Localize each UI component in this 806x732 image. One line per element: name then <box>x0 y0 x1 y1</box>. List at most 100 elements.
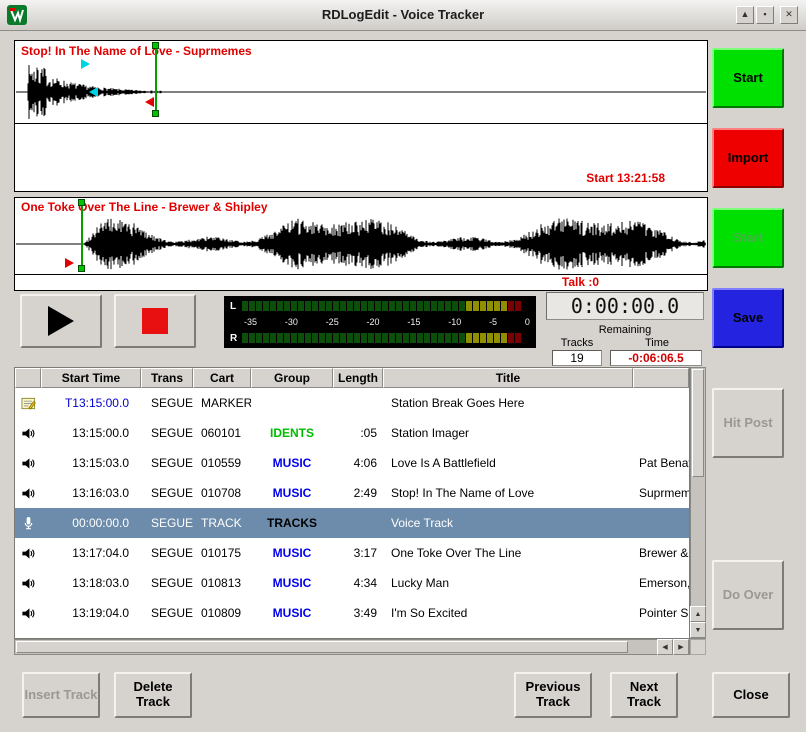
cell-start-time: 13:17:04.0 <box>41 538 141 568</box>
header-length[interactable]: Length <box>333 368 383 388</box>
cell-start-time: 13:18:03.0 <box>41 568 141 598</box>
meter-segment <box>403 333 409 343</box>
log-row[interactable]: T13:15:00.0 SEGUE MARKER Station Break G… <box>15 388 689 418</box>
cell-artist: Pointer Sist <box>633 598 689 628</box>
track1-wave-pane[interactable]: Stop! In The Name of Love - Suprmemes St… <box>14 40 708 192</box>
cell-group: MUSIC <box>251 628 333 639</box>
cell-group: MUSIC <box>251 598 333 628</box>
level-meter: L -35 -30 -25 -20 -15 -10 -5 0 R <box>224 296 536 348</box>
speaker-icon <box>15 598 41 628</box>
do-over-button[interactable]: Do Over <box>712 560 784 630</box>
up-arrow-icon: ▲ <box>695 611 702 618</box>
meter-right-label: R <box>230 333 242 344</box>
track1-end-marker[interactable] <box>155 43 157 117</box>
close-button[interactable]: Close <box>712 672 790 718</box>
log-row[interactable]: 13:15:03.0 SEGUE 010559 MUSIC 4:06 Love … <box>15 448 689 478</box>
meter-segment <box>410 301 416 311</box>
meter-segment <box>417 301 423 311</box>
speaker-icon <box>15 478 41 508</box>
cell-start-time: 00:00:00.0 <box>41 508 141 538</box>
previous-track-button[interactable]: Previous Track <box>514 672 592 718</box>
cell-length: 4:06 <box>333 448 383 478</box>
cell-start-time: T13:15:00.0 <box>41 388 141 418</box>
header-artist[interactable] <box>633 368 689 388</box>
meter-segment <box>452 301 458 311</box>
cell-trans: SEGUE <box>141 598 193 628</box>
import-button[interactable]: Import <box>712 128 784 188</box>
header-group[interactable]: Group <box>251 368 333 388</box>
start-marker-handle[interactable] <box>78 199 85 206</box>
play-icon <box>48 306 74 336</box>
meter-segment <box>494 301 500 311</box>
header-icon-col[interactable] <box>15 368 41 388</box>
cell-trans: SEGUE <box>141 478 193 508</box>
save-button[interactable]: Save <box>712 288 784 348</box>
meter-segment <box>508 333 514 343</box>
start-track2-button[interactable]: Start <box>712 208 784 268</box>
meter-segment <box>375 333 381 343</box>
end-marker-handle[interactable] <box>152 110 159 117</box>
scroll-right-button[interactable]: ▶ <box>673 639 689 655</box>
scroll-up-button[interactable]: ▲ <box>690 606 706 622</box>
raise-button[interactable]: ▲ <box>736 6 754 24</box>
meter-segment <box>242 301 248 311</box>
scroll-left-button[interactable]: ◀ <box>657 639 673 655</box>
start-marker-handle[interactable] <box>78 265 85 272</box>
cell-start-time: 13:16:03.0 <box>41 478 141 508</box>
iconify-button[interactable]: ▪ <box>756 6 774 24</box>
log-row[interactable]: 13:20:04.0 SEGUE 010705 MUSIC 3:36 (Sitt… <box>15 628 689 639</box>
meter-segment <box>361 333 367 343</box>
start-track1-button[interactable]: Start <box>712 48 784 108</box>
track2-start-marker[interactable] <box>81 200 83 272</box>
track2-wave-pane[interactable]: One Toke Over The Line - Brewer & Shiple… <box>14 197 708 291</box>
cell-group: MUSIC <box>251 448 333 478</box>
meter-segment <box>515 301 521 311</box>
delete-track-button[interactable]: Delete Track <box>114 672 192 718</box>
close-window-button[interactable]: ✕ <box>780 6 798 24</box>
log-row[interactable]: 13:16:03.0 SEGUE 010708 MUSIC 2:49 Stop!… <box>15 478 689 508</box>
play-button[interactable] <box>20 294 102 348</box>
log-table-main[interactable]: Start Time Trans Cart Group Length Title… <box>14 367 690 639</box>
cell-group: IDENTS <box>251 418 333 448</box>
horizontal-scrollbar[interactable]: ◀ ▶ <box>14 639 690 655</box>
hit-post-button[interactable]: Hit Post <box>712 388 784 458</box>
header-title[interactable]: Title <box>383 368 633 388</box>
fade-marker-icon[interactable] <box>89 87 98 97</box>
meter-segment <box>340 301 346 311</box>
meter-segment <box>249 301 255 311</box>
log-table-header[interactable]: Start Time Trans Cart Group Length Title <box>15 368 689 388</box>
log-row[interactable]: 00:00:00.0 SEGUE TRACK TRACKS Voice Trac… <box>15 508 689 538</box>
raise-icon: ▲ <box>741 9 750 19</box>
meter-segment <box>459 301 465 311</box>
cell-length: 3:36 <box>333 628 383 639</box>
insert-track-button[interactable]: Insert Track <box>22 672 100 718</box>
cell-cart: MARKER <box>193 388 251 418</box>
track1-playout-marker-icon[interactable] <box>145 97 154 107</box>
meter-segment <box>361 301 367 311</box>
log-row[interactable]: 13:19:04.0 SEGUE 010809 MUSIC 3:49 I'm S… <box>15 598 689 628</box>
header-trans[interactable]: Trans <box>141 368 193 388</box>
meter-segment <box>501 333 507 343</box>
track2-segue-marker-icon[interactable] <box>65 258 74 268</box>
meter-left-row: L <box>230 300 530 312</box>
meter-left-label: L <box>230 301 242 312</box>
log-row[interactable]: 13:18:03.0 SEGUE 010813 MUSIC 4:34 Lucky… <box>15 568 689 598</box>
vertical-scrollbar[interactable]: ▲ ▼ <box>690 367 706 639</box>
log-row[interactable]: 13:15:00.0 SEGUE 060101 IDENTS :05 Stati… <box>15 418 689 448</box>
horizontal-scrollbar-thumb[interactable] <box>16 641 628 653</box>
next-track-button[interactable]: Next Track <box>610 672 678 718</box>
end-marker-handle[interactable] <box>152 42 159 49</box>
meter-segment <box>410 333 416 343</box>
vertical-scrollbar-thumb[interactable] <box>692 369 704 477</box>
titlebar[interactable]: RDLogEdit - Voice Tracker ▲ ▪ ✕ <box>0 0 806 31</box>
fade-marker-icon[interactable] <box>81 59 90 69</box>
header-cart[interactable]: Cart <box>193 368 251 388</box>
stop-button[interactable] <box>114 294 196 348</box>
log-row[interactable]: 13:17:04.0 SEGUE 010175 MUSIC 3:17 One T… <box>15 538 689 568</box>
scroll-down-button[interactable]: ▼ <box>690 622 706 638</box>
meter-scale: -35 -30 -25 -20 -15 -10 -5 0 <box>244 312 530 332</box>
meter-segment <box>242 333 248 343</box>
log-table[interactable]: Start Time Trans Cart Group Length Title… <box>14 367 706 655</box>
header-start-time[interactable]: Start Time <box>41 368 141 388</box>
meter-segment <box>438 333 444 343</box>
